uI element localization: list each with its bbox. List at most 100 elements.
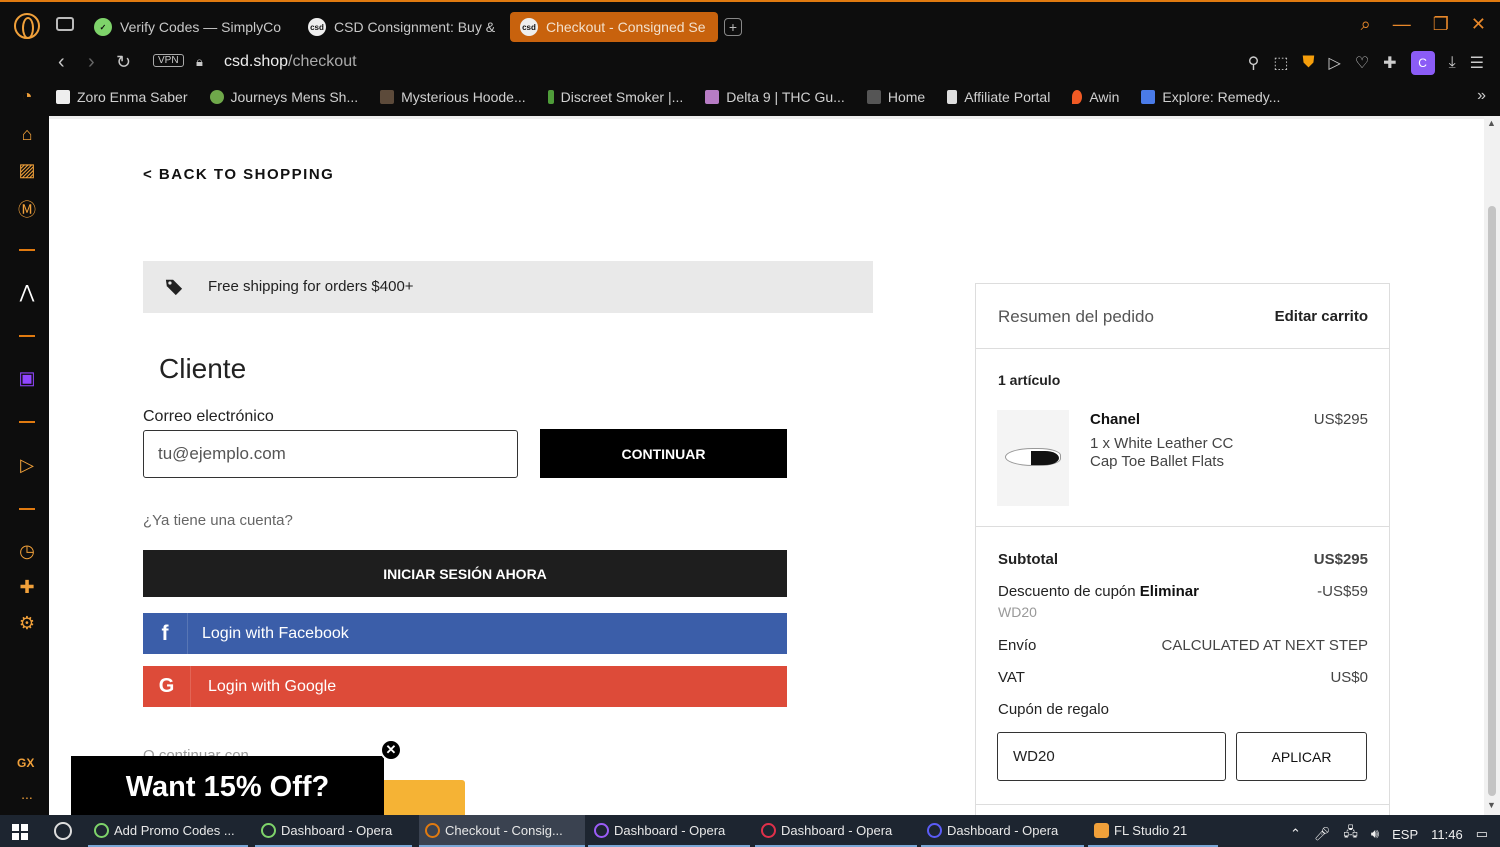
vat-row: VAT US$0	[998, 669, 1368, 686]
aria-icon[interactable]: ⋀	[17, 282, 37, 303]
extensions-icon[interactable]: ✚	[1383, 53, 1396, 73]
opera-gx-icon	[261, 822, 276, 838]
bookmark-item[interactable]: Journeys Mens Sh...	[209, 89, 358, 105]
paypal-button[interactable]	[379, 780, 465, 815]
scroll-down-icon[interactable]: ▼	[1487, 800, 1496, 810]
notification-icon[interactable]: ▭	[1476, 826, 1488, 842]
taskbar-item[interactable]: Dashboard - Opera	[588, 815, 750, 847]
taskbar: Add Promo Codes ... Dashboard - Opera Ch…	[0, 815, 1500, 847]
chevron-right-icon[interactable]: »	[1477, 87, 1486, 105]
taskbar-item[interactable]: Dashboard - Opera	[921, 815, 1084, 847]
pin-icon[interactable]: ⚲	[1248, 53, 1260, 73]
bookmark-item[interactable]: Delta 9 | THC Gu...	[705, 89, 845, 105]
close-icon[interactable]: ✕	[380, 739, 402, 761]
extensions-icon[interactable]: ✚	[17, 577, 37, 598]
product-image	[997, 410, 1069, 506]
opera-menu-icon[interactable]	[14, 13, 40, 39]
minimize-icon[interactable]: —	[1393, 14, 1411, 35]
remove-coupon-link[interactable]: Eliminar	[1140, 583, 1199, 600]
language-indicator[interactable]: ESP	[1392, 827, 1418, 842]
bookmark-item[interactable]: Zoro Enma Saber	[56, 89, 188, 105]
chevron-up-icon[interactable]: ⌃	[1290, 826, 1301, 842]
bookmark-item[interactable]: Explore: Remedy...	[1141, 89, 1280, 105]
workspaces-icon[interactable]	[56, 17, 74, 31]
vpn-badge[interactable]: VPN	[153, 54, 184, 67]
history-icon[interactable]: ◷	[17, 541, 37, 562]
coupon-value: -US$59	[1317, 583, 1368, 600]
taskbar-item[interactable]: Checkout - Consig...	[419, 815, 585, 847]
leaf-icon	[209, 90, 224, 104]
taskbar-item[interactable]: Dashboard - Opera	[255, 815, 412, 847]
continue-button[interactable]: CONTINUAR	[540, 429, 787, 478]
edit-cart-link[interactable]: Editar carrito	[1275, 308, 1368, 325]
network-icon[interactable]: 🖧	[1343, 823, 1358, 845]
tab-checkout[interactable]: csd Checkout - Consigned Se	[510, 12, 718, 42]
news-icon[interactable]: ▨	[17, 160, 37, 181]
shipping-row: Envío CALCULATED AT NEXT STEP	[998, 637, 1368, 654]
shipping-banner: Free shipping for orders $400+	[143, 261, 873, 313]
clock[interactable]: 11:46	[1431, 827, 1463, 842]
apply-button[interactable]: APLICAR	[1236, 732, 1367, 781]
bookmark-item[interactable]: Awin	[1072, 89, 1119, 105]
download-icon[interactable]: ⤓	[1449, 54, 1456, 72]
more-icon[interactable]: ...	[17, 786, 37, 802]
taskbar-item[interactable]: FL Studio 21	[1088, 815, 1218, 847]
m-icon[interactable]: Ⓜ	[17, 196, 37, 222]
kayak-icon	[1141, 90, 1156, 104]
microphone-icon[interactable]: 🎤︎	[1314, 826, 1331, 842]
send-icon[interactable]: ▷	[1329, 53, 1341, 73]
coupon-label-wrap: Descuento de cupón Eliminar	[998, 583, 1199, 600]
close-icon[interactable]: ✕	[1471, 14, 1486, 35]
promo-popup[interactable]: Want 15% Off?	[71, 756, 384, 815]
gx-label[interactable]: GX	[17, 756, 34, 770]
tab-verify-codes[interactable]: ✓ Verify Codes — SimplyCo	[84, 12, 290, 42]
scrollbar[interactable]: ▲ ▼	[1484, 116, 1500, 815]
tab-csd-consignment[interactable]: csd CSD Consignment: Buy &	[298, 12, 504, 42]
login-google-button[interactable]: G Login with Google	[143, 666, 787, 707]
back-icon[interactable]: ‹	[58, 51, 65, 74]
scroll-thumb[interactable]	[1488, 206, 1496, 796]
have-account-text: ¿Ya tiene una cuenta?	[143, 512, 293, 529]
volume-icon[interactable]: 🔊︎	[1371, 826, 1379, 842]
lock-icon[interactable]: 🔒︎	[196, 54, 203, 70]
scroll-up-icon[interactable]: ▲	[1487, 118, 1496, 128]
bookmark-item[interactable]: Discreet Smoker |...	[547, 89, 683, 105]
profile-avatar[interactable]: C	[1410, 51, 1435, 75]
opera-icon[interactable]	[54, 822, 72, 840]
email-field[interactable]	[143, 430, 518, 478]
login-now-button[interactable]: INICIAR SESIÓN AHORA	[143, 550, 787, 597]
bookmark-item[interactable]: Mysterious Hoode...	[380, 89, 526, 105]
heart-icon[interactable]: ♡	[1355, 53, 1369, 73]
login-facebook-button[interactable]: f Login with Facebook	[143, 613, 787, 654]
delta-icon	[705, 90, 720, 104]
taskbar-item[interactable]: Add Promo Codes ...	[88, 815, 248, 847]
windows-start-icon[interactable]	[12, 824, 28, 840]
coupon-code: WD20	[998, 604, 1037, 620]
back-to-shopping-link[interactable]: < BACK TO SHOPPING	[143, 166, 334, 183]
maximize-icon[interactable]: ❐	[1433, 14, 1449, 35]
settings-icon[interactable]: ⚙	[17, 613, 37, 634]
speed-dial-icon[interactable]: ◔	[17, 86, 37, 107]
snapshot-icon[interactable]: ⬚	[1273, 53, 1288, 73]
sidebar-separator	[19, 335, 35, 337]
affiliate-icon	[947, 90, 958, 104]
search-icon[interactable]: ⌕	[1361, 14, 1371, 35]
bookmark-item[interactable]: Affiliate Portal	[947, 89, 1050, 105]
new-tab-button[interactable]: +	[724, 18, 742, 36]
gift-coupon-label: Cupón de regalo	[998, 701, 1109, 718]
csd-icon: csd	[308, 18, 326, 36]
shield-icon[interactable]: ⛊	[1303, 54, 1315, 72]
url-field[interactable]: csd.shop/checkout	[224, 53, 357, 71]
easy-setup-icon[interactable]: ☰	[1470, 53, 1484, 73]
twitch-icon[interactable]: ▣	[17, 368, 37, 389]
bookmark-item[interactable]: Home	[866, 89, 925, 105]
coupon-row: Descuento de cupón Eliminar -US$59	[998, 583, 1368, 600]
gift-coupon-input[interactable]	[997, 732, 1226, 781]
reload-icon[interactable]: ↻	[116, 52, 131, 73]
forward-icon[interactable]: ›	[88, 51, 95, 74]
taskbar-item[interactable]: Dashboard - Opera	[755, 815, 917, 847]
vat-label: VAT	[998, 669, 1025, 686]
store-icon[interactable]: ⌂	[17, 124, 37, 145]
player-icon[interactable]: ▷	[17, 455, 37, 476]
order-summary-title: Resumen del pedido	[998, 307, 1154, 326]
